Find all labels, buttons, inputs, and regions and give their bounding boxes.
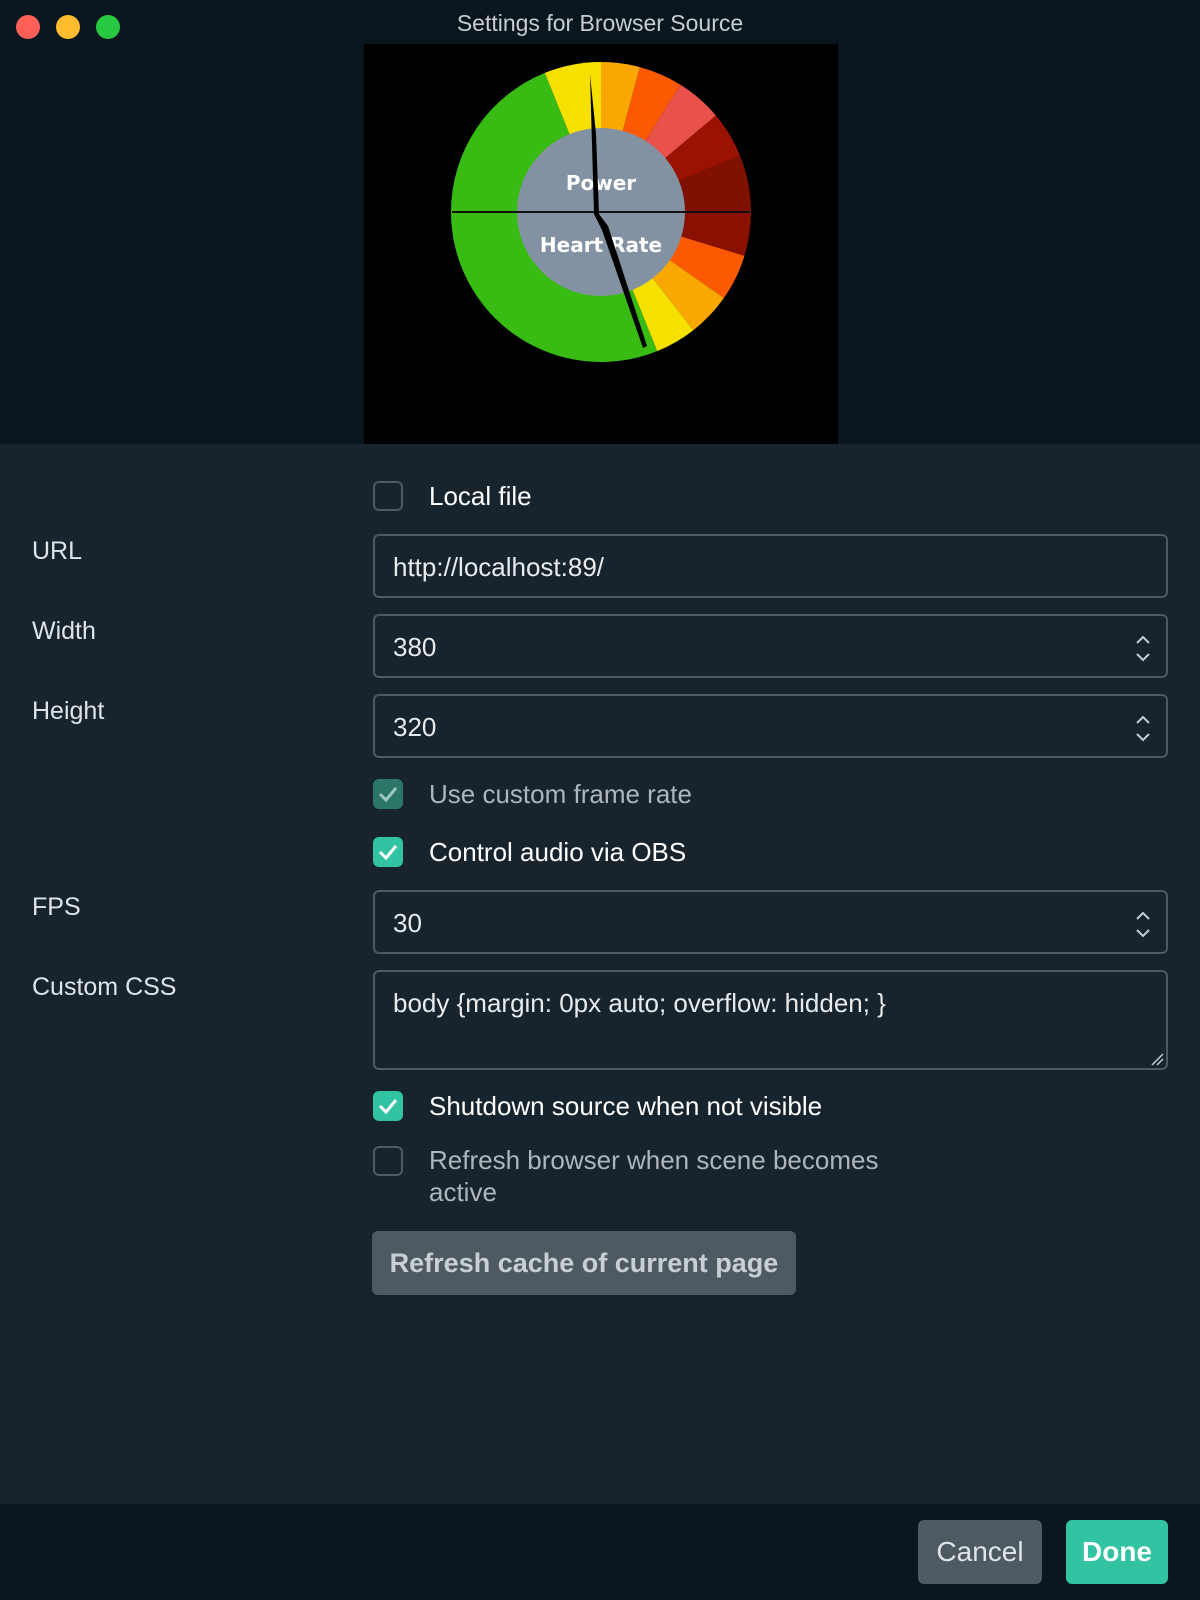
fps-input[interactable]: 30 (373, 890, 1168, 954)
fps-stepper-icon[interactable] (1132, 904, 1154, 944)
control-audio-checkbox[interactable] (373, 837, 403, 867)
height-value: 320 (393, 712, 437, 742)
refresh-on-active-checkbox[interactable] (373, 1146, 403, 1176)
check-icon (378, 845, 398, 861)
check-icon (378, 787, 398, 803)
custom-frame-rate-checkbox[interactable] (373, 779, 403, 809)
custom-css-value: body {margin: 0px auto; overflow: hidden… (393, 988, 886, 1018)
resize-grip-icon[interactable] (1150, 1052, 1164, 1066)
settings-window: Settings for Browser Source Power Heart … (0, 0, 1200, 1600)
refresh-cache-button[interactable]: Refresh cache of current page (372, 1231, 796, 1295)
refresh-on-active-label-line2: active (429, 1177, 497, 1207)
custom-frame-rate-label: Use custom frame rate (429, 779, 692, 809)
url-input[interactable]: http://localhost:89/ (373, 534, 1168, 598)
title-bar[interactable]: Settings for Browser Source (0, 0, 1200, 44)
local-file-checkbox[interactable] (373, 481, 403, 511)
cancel-button[interactable]: Cancel (918, 1520, 1042, 1584)
control-audio-label: Control audio via OBS (429, 837, 687, 867)
check-icon (378, 1099, 398, 1115)
preview-canvas: Power Heart Rate (364, 44, 838, 444)
gauge-graphic: Power Heart Rate (451, 62, 751, 362)
url-value: http://localhost:89/ (393, 552, 605, 582)
width-label: Width (32, 617, 96, 645)
gauge-upper-label: Power (566, 171, 636, 195)
height-input[interactable]: 320 (373, 694, 1168, 758)
width-stepper-icon[interactable] (1132, 628, 1154, 668)
dialog-footer: Cancel Done (0, 1504, 1200, 1600)
custom-css-textarea[interactable]: body {margin: 0px auto; overflow: hidden… (373, 970, 1168, 1070)
width-value: 380 (393, 632, 437, 662)
custom-css-label: Custom CSS (32, 973, 177, 1001)
source-preview: Power Heart Rate (0, 44, 1200, 444)
window-title: Settings for Browser Source (456, 10, 744, 36)
local-file-label: Local file (429, 481, 532, 511)
fps-value: 30 (393, 908, 422, 938)
url-label: URL (32, 537, 83, 565)
height-stepper-icon[interactable] (1132, 708, 1154, 748)
height-label: Height (32, 697, 105, 725)
refresh-on-active-label-line1: Refresh browser when scene becomes (429, 1145, 879, 1175)
fps-label: FPS (32, 893, 81, 921)
shutdown-source-label: Shutdown source when not visible (429, 1091, 823, 1121)
shutdown-source-checkbox[interactable] (373, 1091, 403, 1121)
done-button[interactable]: Done (1066, 1520, 1168, 1584)
width-input[interactable]: 380 (373, 614, 1168, 678)
gauge-lower-label: Heart Rate (540, 233, 662, 257)
